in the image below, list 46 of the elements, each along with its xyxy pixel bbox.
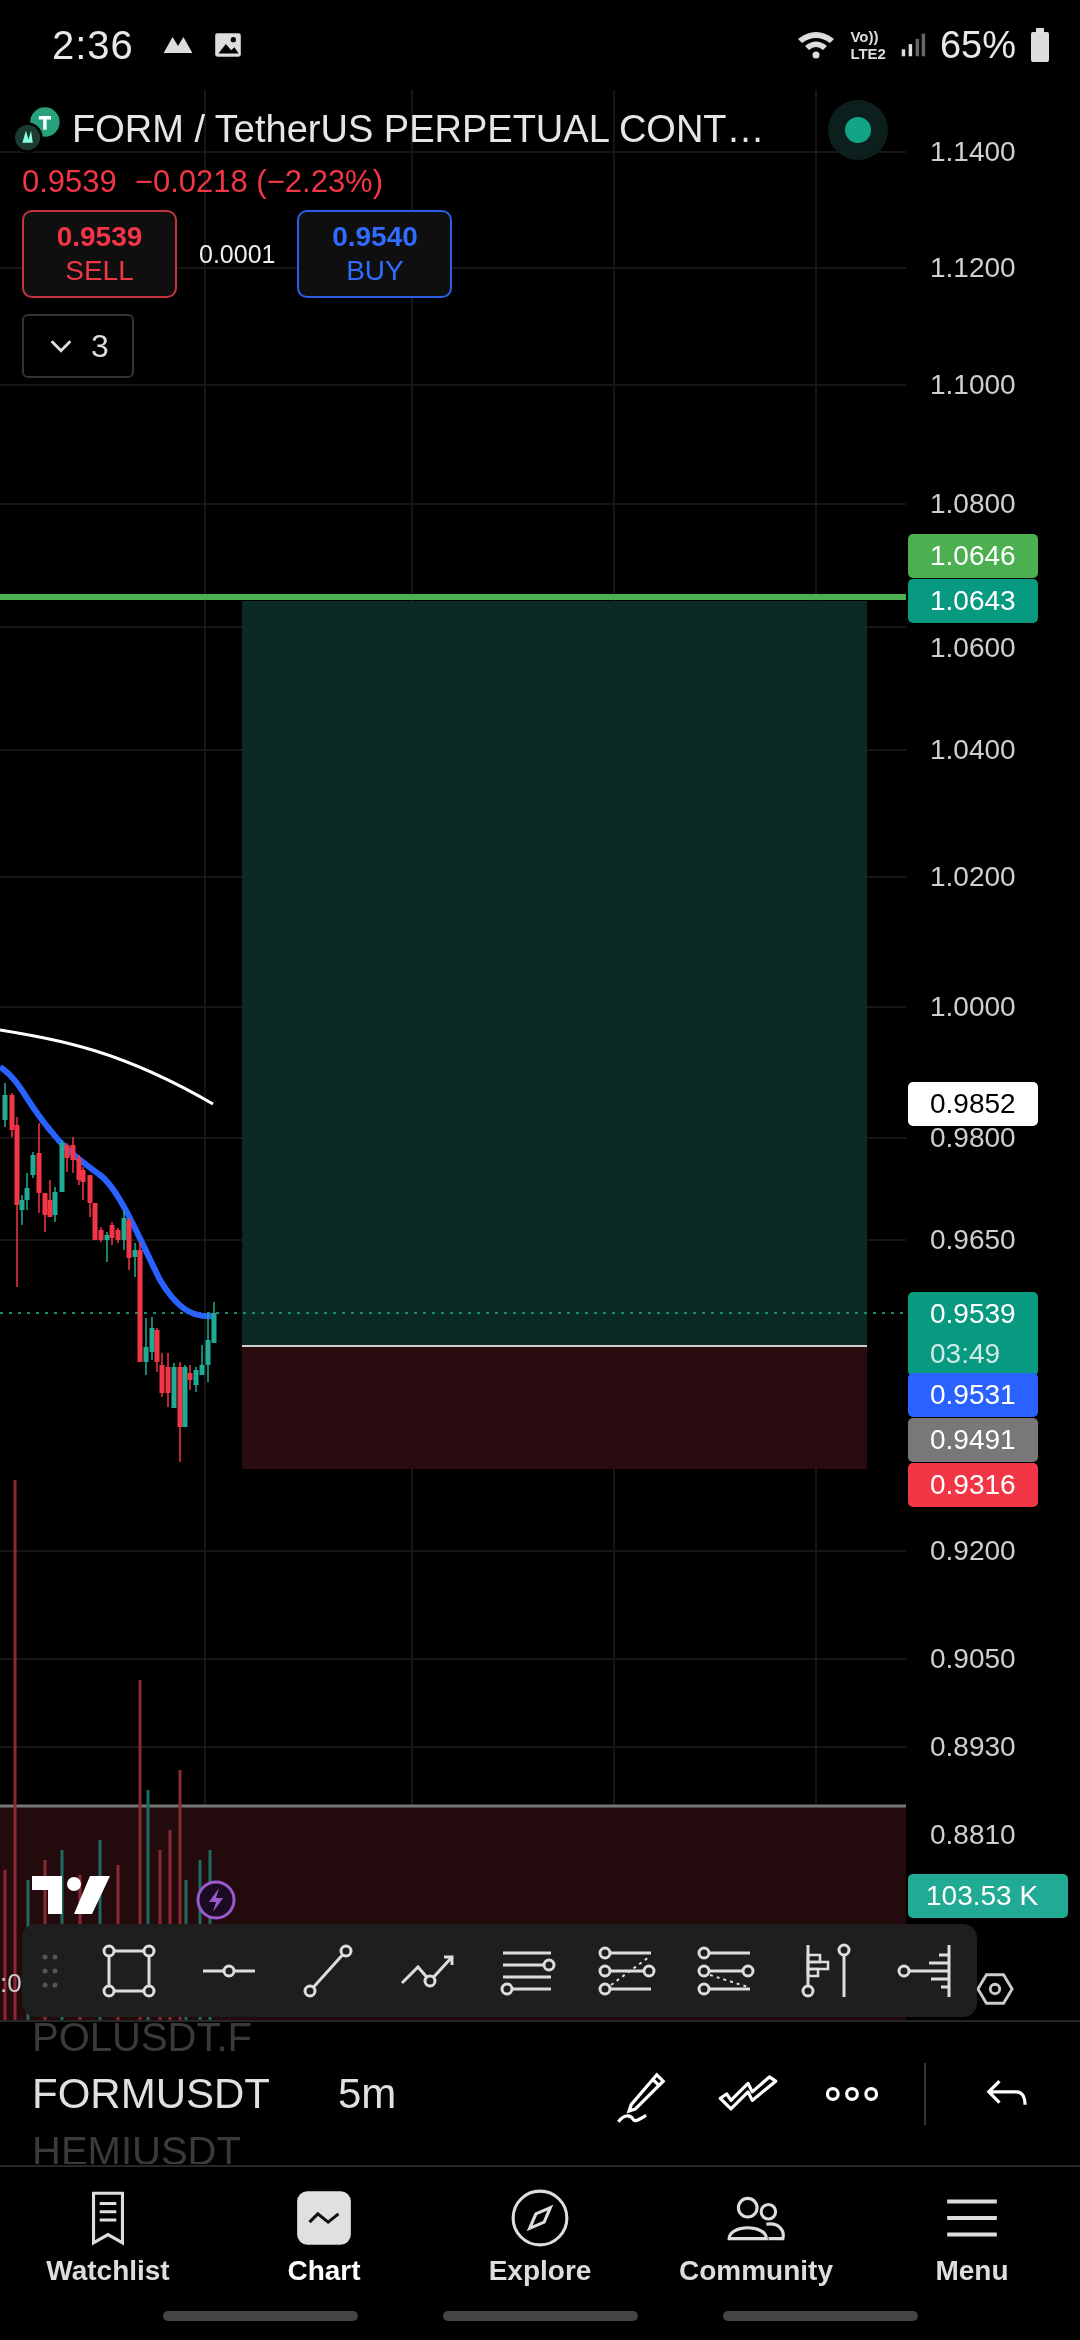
price-tag: 0.9316 (908, 1463, 1038, 1507)
price-axis-label: 1.1000 (930, 368, 1016, 402)
price-tag: 0.9852 (908, 1082, 1038, 1126)
price-axis-label: 0.9050 (930, 1642, 1016, 1676)
lightning-icon[interactable] (196, 1880, 236, 1920)
price-tag: 0.9539 03:49 (908, 1292, 1038, 1376)
time-axis-label: :0 (0, 1968, 22, 1999)
price-tag: 0.9491 (908, 1418, 1038, 1462)
price-axis-label: 0.8930 (930, 1730, 1016, 1764)
settings-icon[interactable] (976, 1970, 1014, 2008)
signal-icon (899, 31, 926, 59)
battery-percent: 65% (939, 23, 1016, 67)
interval-label[interactable]: 5m (338, 2069, 397, 2118)
network-label: LTE2 (850, 45, 886, 62)
indicators-toggle[interactable]: 3 (22, 314, 134, 378)
price-axis-label: 1.1400 (930, 135, 1016, 169)
nav-tab[interactable]: Chart (216, 2187, 432, 2287)
price-axis-label: 1.1200 (930, 251, 1016, 285)
price-axis-label: 1.0600 (930, 631, 1016, 665)
volume-tag: 103.53 K (908, 1874, 1068, 1918)
status-time: 2:36 (52, 22, 134, 68)
price-tag: 0.9531 (908, 1373, 1038, 1417)
nav-tab[interactable]: Explore (432, 2187, 648, 2287)
spread-value: 0.0001 (199, 239, 276, 269)
price-axis-label: 0.9650 (930, 1223, 1016, 1257)
buy-button[interactable]: 0.9540 BUY (297, 210, 453, 298)
nav-tab[interactable]: Watchlist (0, 2187, 216, 2287)
price-axis-label: 1.0000 (930, 990, 1016, 1024)
wifi-icon (796, 29, 837, 61)
last-price: 0.9539 (22, 164, 117, 200)
current-symbol[interactable]: FORMUSDT (32, 2060, 322, 2127)
price-tag: 1.0643 (908, 579, 1038, 623)
price-axis-label: 1.0200 (930, 860, 1016, 894)
symbol-title[interactable]: FORM / TetherUS PERPETUAL CONT… (72, 107, 765, 151)
volte-label: Vo)) (850, 28, 880, 45)
price-axis-label: 0.8810 (930, 1818, 1016, 1852)
sell-button[interactable]: 0.9539 SELL (22, 210, 177, 298)
nav-tab[interactable]: Community (648, 2187, 864, 2287)
price-change: −0.0218 (−2.23%) (134, 164, 383, 200)
price-axis-label: 1.0800 (930, 487, 1016, 521)
price-axis-label: 0.9200 (930, 1534, 1016, 1568)
price-tag: 1.0646 (908, 534, 1038, 578)
compass-icon (509, 2187, 571, 2249)
battery-icon (1030, 28, 1050, 62)
price-axis-label: 1.0400 (930, 733, 1016, 767)
nav-tab[interactable]: Menu (864, 2187, 1080, 2287)
